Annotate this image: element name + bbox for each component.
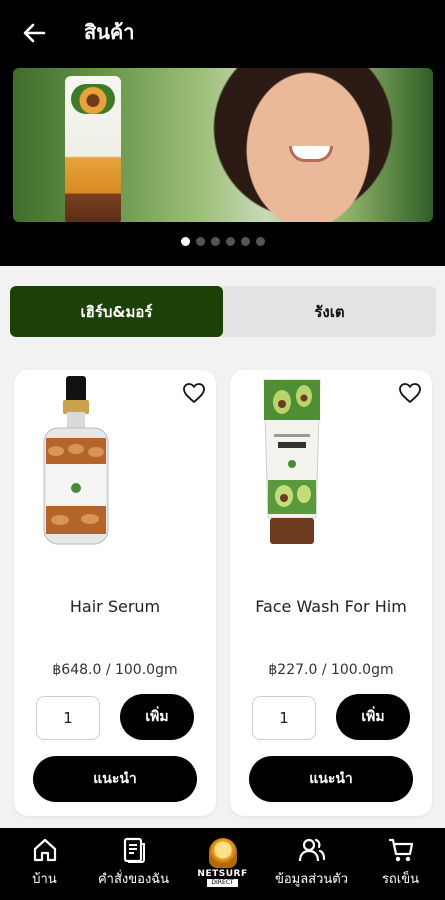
nav-label-profile: ข้อมูลส่วนตัว — [274, 872, 349, 887]
product-name: Face Wash For Him — [255, 597, 407, 616]
face-wash-tube-image — [263, 379, 321, 544]
product-card[interactable]: Face Wash For Him ฿227.0 / 100.0gm 1 เพิ… — [230, 370, 432, 816]
carousel-dot[interactable] — [225, 237, 235, 246]
quantity-input[interactable]: 1 — [252, 696, 316, 740]
netsurf-logo-subtext: DIRECT — [207, 879, 238, 887]
recommend-button[interactable]: แนะนำ — [33, 756, 197, 802]
product-name: Hair Serum — [69, 597, 161, 616]
nav-label-my-orders: คำสั่งของฉัน — [97, 872, 170, 887]
add-button[interactable]: เพิ่ม — [336, 694, 410, 740]
home-icon — [33, 838, 56, 862]
carousel-dot[interactable] — [180, 237, 190, 246]
product-price: ฿648.0 / 100.0gm — [52, 662, 178, 678]
users-icon — [298, 838, 325, 862]
carousel-dot[interactable] — [255, 237, 265, 246]
quantity-input[interactable]: 1 — [36, 696, 100, 740]
top-app-bar: สินค้า — [0, 0, 445, 66]
tab-herb-and-more[interactable]: เฮิร์บ&มอร์ — [10, 286, 223, 337]
product-card[interactable]: Hair Serum ฿648.0 / 100.0gm 1 เพิ่ม แนะน… — [14, 370, 216, 816]
document-icon — [123, 837, 145, 863]
banner-image[interactable] — [13, 68, 433, 222]
carousel-dot[interactable] — [210, 237, 220, 246]
product-tube-image — [65, 76, 121, 222]
carousel-dot[interactable] — [240, 237, 250, 246]
recommend-button[interactable]: แนะนำ — [249, 756, 413, 802]
nav-item-netsurf[interactable]: NETSURF DIRECT — [178, 828, 267, 900]
nav-item-home[interactable]: บ้าน — [0, 828, 89, 900]
carousel-indicator — [0, 237, 445, 249]
bottom-navigation: บ้าน คำสั่งของฉัน NETSURF DIRECT ข้อมูลส… — [0, 828, 445, 900]
heart-outline-icon[interactable] — [398, 382, 422, 404]
heart-outline-icon[interactable] — [182, 382, 206, 404]
category-tabs: เฮิร์บ&มอร์ รังเต — [10, 286, 436, 337]
netsurf-logo — [208, 838, 237, 868]
hair-serum-bottle-image — [43, 376, 109, 545]
arrow-left-icon[interactable] — [20, 19, 48, 47]
nav-label-home: บ้าน — [32, 872, 57, 887]
nav-item-cart[interactable]: รถเข็น — [356, 828, 445, 900]
tab-rangtae[interactable]: รังเต — [223, 286, 436, 337]
model-photo — [203, 68, 413, 222]
banner-carousel — [0, 66, 445, 266]
cart-icon — [388, 838, 413, 862]
app-screen: สินค้า เฮิร์บ&มอร์ รังเต Hair Serum ฿648… — [0, 0, 445, 900]
nav-item-profile[interactable]: ข้อมูลส่วนตัว — [267, 828, 356, 900]
add-button[interactable]: เพิ่ม — [120, 694, 194, 740]
nav-label-cart: รถเข็น — [381, 872, 420, 887]
netsurf-logo-text: NETSURF — [197, 869, 248, 879]
product-price: ฿227.0 / 100.0gm — [268, 662, 394, 678]
page-title: สินค้า — [84, 20, 135, 44]
nav-item-my-orders[interactable]: คำสั่งของฉัน — [89, 828, 178, 900]
carousel-dot[interactable] — [195, 237, 205, 246]
